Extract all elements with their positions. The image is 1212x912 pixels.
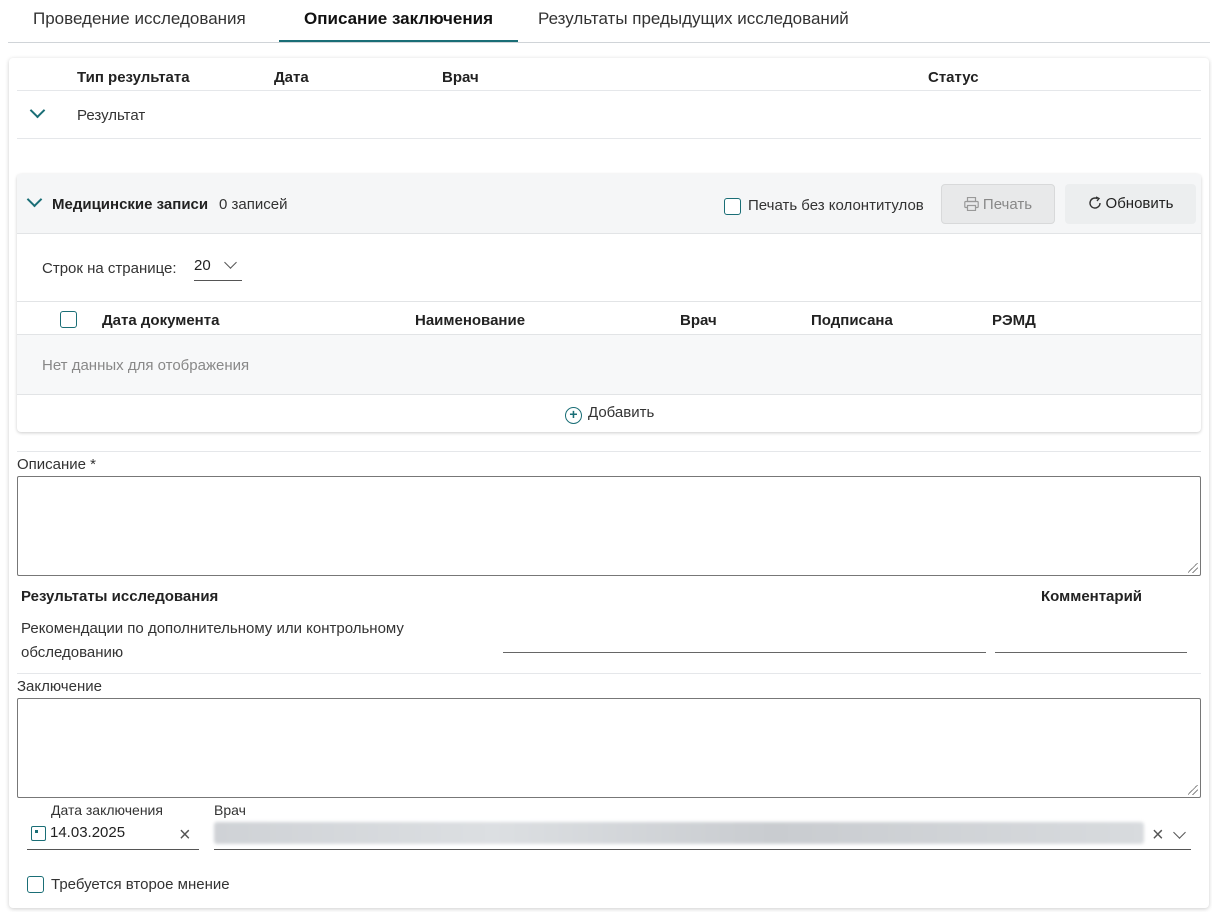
- doctor-value-redacted: [214, 822, 1144, 844]
- description-label: Описание *: [17, 456, 97, 473]
- col-signed: Подписана: [811, 312, 893, 329]
- comment-header: Комментарий: [1041, 588, 1143, 605]
- conclusion-date-value: 14.03.2025: [50, 824, 126, 841]
- clear-icon[interactable]: ×: [1152, 825, 1164, 845]
- col-status: Статус: [928, 69, 979, 86]
- resize-handle-icon[interactable]: [1188, 563, 1198, 573]
- chevron-down-icon[interactable]: [26, 191, 43, 208]
- col-date: Дата: [274, 69, 309, 86]
- tab-previous-results[interactable]: Результаты предыдущих исследований: [513, 0, 874, 42]
- chevron-down-icon[interactable]: [29, 102, 46, 119]
- medical-records-title: Медицинские записи: [52, 196, 209, 213]
- rows-per-page-select[interactable]: 20: [194, 254, 242, 281]
- rows-per-page-value: 20: [194, 257, 211, 274]
- second-opinion-label: Требуется второе мнение: [51, 876, 230, 893]
- empty-text: Нет данных для отображения: [42, 357, 250, 374]
- printer-icon: [964, 196, 979, 212]
- conclusion-label: Заключение: [17, 678, 102, 695]
- medical-records-panel: Медицинские записи 0 записей Печать без …: [17, 174, 1201, 432]
- col-remd: РЭМД: [992, 312, 1036, 329]
- chevron-down-icon[interactable]: [1173, 826, 1186, 839]
- print-without-headers-label: Печать без колонтитулов: [748, 197, 924, 214]
- main-card: Тип результата Дата Врач Статус Результа…: [9, 58, 1209, 908]
- resize-handle-icon[interactable]: [1188, 785, 1198, 795]
- tab-study-conduct[interactable]: Проведение исследования: [8, 0, 271, 42]
- tab-conclusion-description[interactable]: Описание заключения: [279, 0, 518, 42]
- recommendation-label-line2: обследованию: [21, 644, 124, 661]
- records-count: 0 записей: [219, 196, 288, 213]
- recommendation-value-input[interactable]: [503, 652, 986, 653]
- result-row[interactable]: Результат: [17, 91, 1201, 139]
- plus-circle-icon: +: [565, 407, 582, 424]
- clear-icon[interactable]: ×: [179, 825, 191, 845]
- print-button[interactable]: Печать: [941, 184, 1055, 224]
- select-all-checkbox[interactable]: [60, 311, 77, 328]
- add-record-button[interactable]: + Добавить: [565, 404, 654, 424]
- records-table-header: Дата документа Наименование Врач Подписа…: [17, 301, 1201, 335]
- col-name: Наименование: [415, 312, 526, 329]
- conclusion-date-input[interactable]: 14.03.2025 ×: [27, 800, 199, 850]
- refresh-button[interactable]: Обновить: [1065, 184, 1196, 224]
- print-without-headers-checkbox[interactable]: [724, 198, 741, 215]
- conclusion-textarea[interactable]: [17, 698, 1201, 798]
- calendar-icon[interactable]: [31, 826, 46, 841]
- records-empty-row: Нет данных для отображения: [17, 335, 1201, 395]
- second-opinion-checkbox[interactable]: [27, 876, 44, 893]
- description-textarea[interactable]: [17, 476, 1201, 576]
- doctor-select[interactable]: ×: [214, 800, 1191, 850]
- print-button-label: Печать: [982, 196, 1033, 213]
- col-doctor: Врач: [442, 69, 479, 86]
- add-record-label: Добавить: [588, 404, 655, 421]
- col-document-date: Дата документа: [102, 312, 220, 329]
- refresh-button-label: Обновить: [1105, 195, 1174, 212]
- chevron-down-icon: [224, 256, 237, 269]
- result-row-label: Результат: [77, 107, 146, 124]
- tab-bar: Проведение исследования Описание заключе…: [8, 0, 1210, 43]
- divider: [17, 673, 1201, 674]
- result-grid-header: Тип результата Дата Врач Статус: [17, 58, 1201, 91]
- recommendation-label-line1: Рекомендации по дополнительному или конт…: [21, 620, 404, 637]
- refresh-icon: [1088, 196, 1101, 209]
- recommendation-comment-input[interactable]: [995, 652, 1187, 653]
- rows-per-page-label: Строк на странице:: [42, 260, 177, 277]
- study-results-title: Результаты исследования: [21, 588, 219, 605]
- col-record-doctor: Врач: [680, 312, 717, 329]
- col-result-type: Тип результата: [77, 69, 190, 86]
- divider: [17, 451, 1201, 452]
- medical-records-header: Медицинские записи 0 записей Печать без …: [17, 174, 1201, 234]
